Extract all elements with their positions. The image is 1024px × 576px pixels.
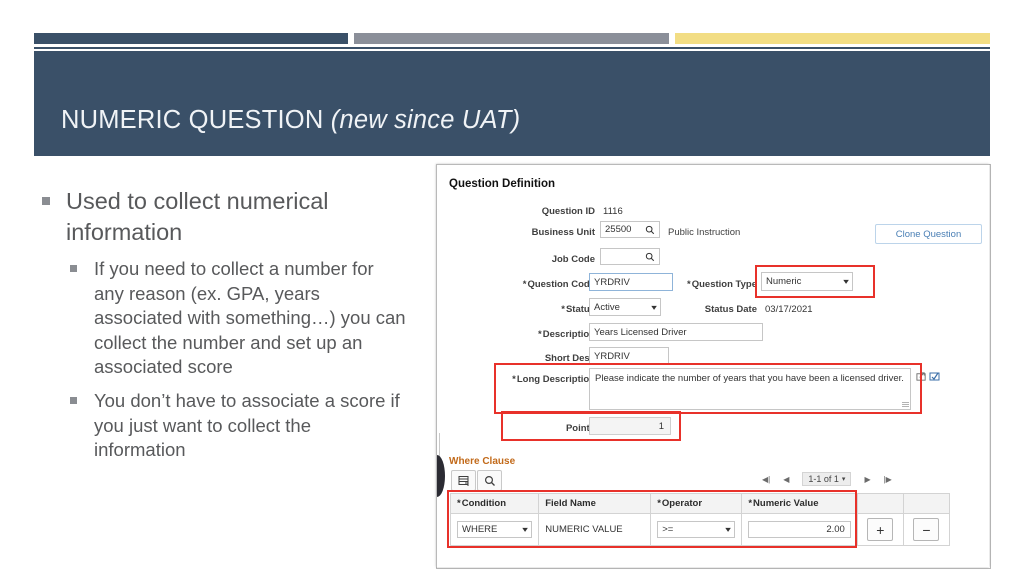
description-label: Description	[489, 329, 595, 340]
question-code-value: YRDRIV	[594, 276, 630, 288]
column-header-field-name[interactable]: Field Name	[538, 493, 652, 514]
column-header-add	[856, 493, 904, 514]
screenshot-content: Question Definition Question ID 1116 Bus…	[437, 165, 990, 568]
status-value: Active	[594, 301, 620, 313]
condition-value: WHERE	[462, 524, 498, 535]
cell-field-name: NUMERIC VALUE	[538, 513, 652, 546]
short-desc-field[interactable]: YRDRIV	[589, 347, 669, 365]
magnifier-icon[interactable]	[645, 225, 655, 235]
chevron-down-icon: ▾	[843, 277, 849, 286]
top-bar-gold	[675, 33, 990, 44]
cell-remove: −	[902, 513, 951, 546]
points-value: 1	[658, 420, 664, 432]
cell-condition: WHERE ▾	[449, 513, 540, 546]
status-select[interactable]: Active ▾	[589, 298, 661, 316]
bullet-level2-item: You don’t have to associate a score if y…	[36, 389, 406, 463]
bullet-level2-item: If you need to collect a number for any …	[36, 257, 406, 380]
add-row-button[interactable]: +	[867, 518, 894, 541]
description-value: Years Licensed Driver	[594, 326, 687, 338]
find-magnifier-icon[interactable]	[477, 470, 502, 491]
page-title: NUMERIC QUESTION (new since UAT)	[61, 106, 520, 135]
points-label: Points	[565, 423, 595, 434]
question-id-label: Question ID	[541, 206, 595, 217]
chevron-down-icon: ▾	[841, 476, 846, 483]
numeric-value: 2.00	[826, 524, 845, 535]
top-bar-navy	[34, 33, 348, 44]
bullet-level2-text: If you need to collect a number for any …	[94, 258, 406, 378]
points-field[interactable]: 1	[589, 417, 671, 435]
status-date-label: Status Date	[704, 304, 757, 315]
question-type-value: Numeric	[766, 276, 802, 287]
title-divider-line	[34, 47, 990, 49]
operator-value: >=	[662, 524, 674, 535]
business-unit-description: Public Instruction	[668, 227, 741, 238]
pager-range[interactable]: 1-1 of 1 ▾	[802, 472, 852, 486]
column-header-remove	[902, 493, 951, 514]
grid-header-row: Condition Field Name Operator Numeric Va…	[449, 493, 951, 514]
condition-select[interactable]: WHERE ▾	[457, 521, 533, 538]
bullet-level1-text: Used to collect numerical information	[66, 188, 329, 246]
peoplesoft-screenshot-panel: Question Definition Question ID 1116 Bus…	[436, 164, 991, 569]
short-desc-value: YRDRIV	[594, 350, 630, 362]
job-code-label: Job Code	[551, 254, 595, 265]
question-type-select[interactable]: Numeric ▾	[761, 272, 853, 291]
grid-pager: ◀| ◀ 1-1 of 1 ▾ ▶ |▶	[762, 472, 892, 486]
long-description-label: Long Description	[479, 374, 595, 385]
question-type-label: Question Type	[681, 279, 757, 290]
bullet-square-icon	[70, 265, 77, 273]
bullet-level1: Used to collect numerical information	[36, 186, 406, 248]
numeric-value-field[interactable]: 2.00	[748, 521, 851, 538]
bullet-level2-text: You don’t have to associate a score if y…	[94, 390, 400, 461]
chevron-down-icon: ▾	[725, 525, 732, 534]
long-description-value: Please indicate the number of years that…	[595, 373, 904, 384]
job-code-field[interactable]	[600, 248, 660, 265]
short-desc-label: Short Desc	[544, 353, 595, 364]
question-code-field[interactable]: YRDRIV	[589, 273, 673, 291]
page-title-italic: (new since UAT)	[330, 106, 521, 134]
business-unit-label: Business Unit	[531, 227, 595, 238]
title-band	[34, 51, 990, 156]
bullet-square-icon	[42, 197, 50, 205]
magnifier-icon[interactable]	[645, 252, 655, 262]
business-unit-field[interactable]: 25500	[600, 221, 660, 238]
clone-question-button[interactable]: Clone Question	[875, 224, 982, 244]
slide-canvas: NUMERIC QUESTION (new since UAT) Used to…	[0, 0, 1024, 576]
column-header-numeric-value[interactable]: Numeric Value	[741, 493, 858, 514]
cell-add: +	[856, 513, 904, 546]
column-header-condition[interactable]: Condition	[449, 493, 540, 514]
expand-text-icon[interactable]	[916, 371, 927, 384]
description-field[interactable]: Years Licensed Driver	[589, 323, 763, 341]
pager-first-button[interactable]: ◀|	[762, 475, 770, 484]
status-date-value: 03/17/2021	[765, 304, 813, 315]
section-title-question-definition: Question Definition	[449, 178, 556, 190]
grid-personalize-icon[interactable]	[451, 470, 476, 491]
chevron-down-icon: ▾	[651, 302, 657, 312]
decorative-top-bars	[34, 33, 990, 44]
chevron-down-icon: ▾	[522, 525, 529, 534]
column-header-operator[interactable]: Operator	[650, 493, 743, 514]
business-unit-value: 25500	[605, 224, 632, 235]
long-description-textarea[interactable]: Please indicate the number of years that…	[589, 368, 911, 410]
bullet-list: Used to collect numerical information If…	[36, 186, 406, 463]
question-id-value: 1116	[603, 206, 623, 217]
operator-select[interactable]: >= ▾	[657, 521, 736, 538]
resize-grip-icon[interactable]	[902, 401, 909, 408]
where-clause-grid: Condition Field Name Operator Numeric Va…	[449, 493, 951, 546]
table-row: WHERE ▾ NUMERIC VALUE >= ▾ 2.00 + −	[449, 513, 951, 546]
cell-operator: >= ▾	[650, 513, 743, 546]
question-code-label: Question Code	[489, 279, 595, 290]
pager-range-text: 1-1 of 1	[808, 474, 839, 484]
status-label: Status	[489, 304, 595, 315]
cell-numeric-value: 2.00	[741, 513, 858, 546]
pager-prev-button[interactable]: ◀	[783, 475, 789, 484]
bullet-square-icon	[70, 397, 77, 404]
pager-next-button[interactable]: ▶	[864, 475, 870, 484]
page-title-main: NUMERIC QUESTION	[61, 106, 331, 134]
pager-last-button[interactable]: |▶	[884, 475, 892, 484]
where-clause-section-label: Where Clause	[449, 456, 516, 467]
remove-row-button[interactable]: −	[913, 518, 940, 541]
top-bar-gray	[354, 33, 669, 44]
collapsed-panel-tab	[437, 455, 445, 497]
spellcheck-icon[interactable]	[929, 370, 941, 384]
